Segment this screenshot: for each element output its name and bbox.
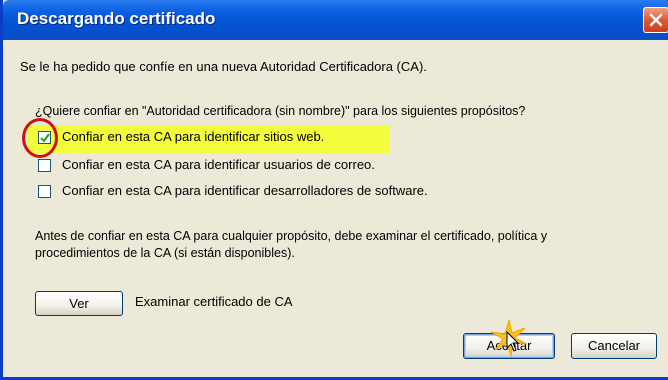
option-email-label[interactable]: Confiar en esta CA para identificar usua… (62, 157, 375, 172)
view-caption: Examinar certificado de CA (135, 294, 293, 309)
red-annotation-circle (22, 118, 58, 158)
cancel-button[interactable]: Cancelar (571, 333, 657, 359)
option-software-label[interactable]: Confiar en esta CA para identificar desa… (62, 183, 428, 198)
sparkle-cursor-icon (490, 319, 528, 357)
dialog-body: Se le ha pedido que confíe en una nueva … (6, 40, 668, 377)
advice-text-line1: Antes de confiar en esta CA para cualqui… (35, 229, 548, 243)
option-email-checkbox[interactable] (38, 159, 51, 172)
window-title: Descargando certificado (17, 9, 216, 28)
intro-text: Se le ha pedido que confíe en una nueva … (20, 59, 427, 74)
advice-text-line2: procedimientos de la CA (si están dispon… (35, 246, 295, 260)
certificate-download-dialog: Descargando certificado Se le ha pedido … (0, 0, 668, 380)
option-software-checkbox[interactable] (38, 185, 51, 198)
close-icon (649, 13, 663, 27)
view-button[interactable]: Ver (35, 291, 123, 316)
question-text: ¿Quiere confiar en "Autoridad certificad… (35, 104, 526, 118)
title-bar[interactable]: Descargando certificado (3, 0, 668, 40)
close-button[interactable] (643, 7, 668, 33)
option-websites-label[interactable]: Confiar en esta CA para identificar siti… (62, 129, 324, 144)
